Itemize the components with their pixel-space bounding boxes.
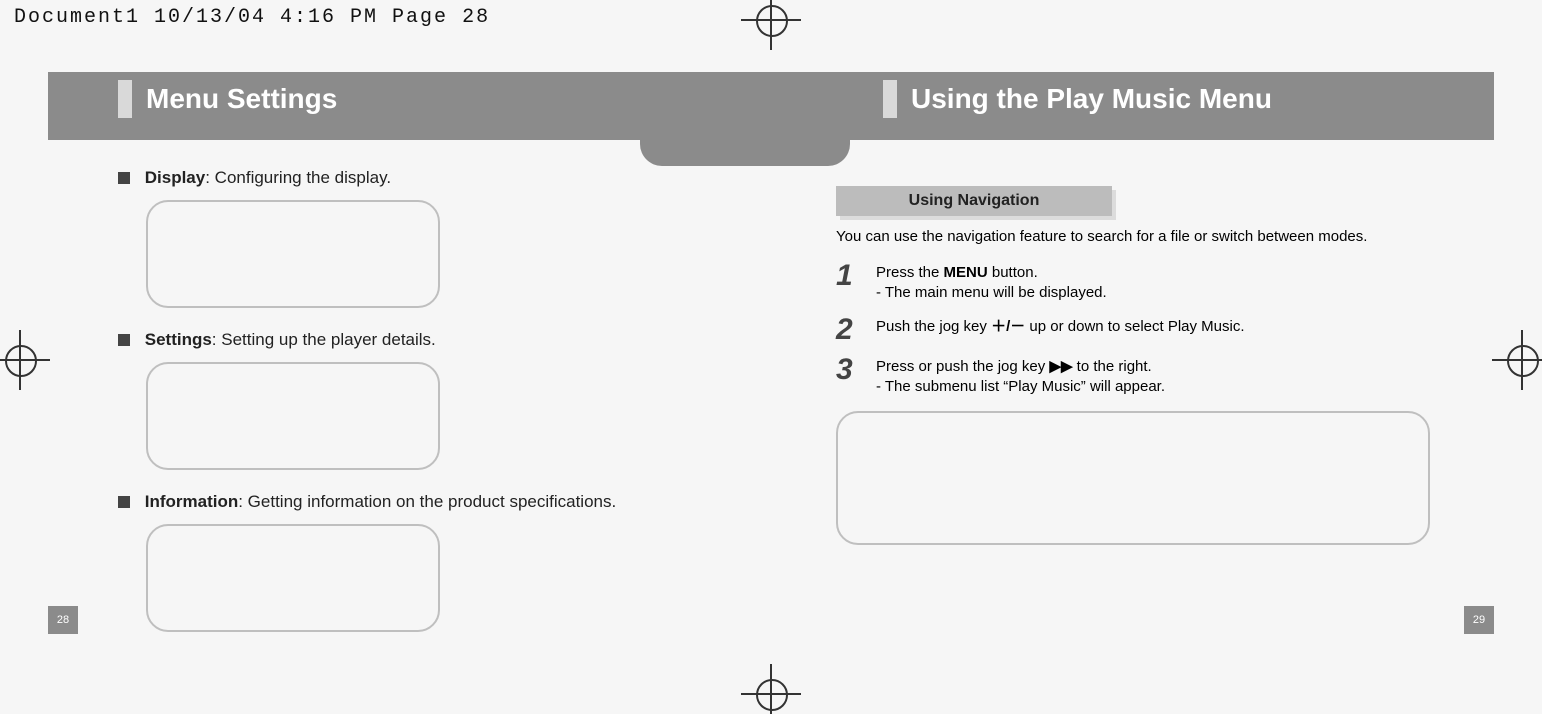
step-text: Press or push the jog key ▶▶ to the righ… <box>876 357 1165 397</box>
step: 3 Press or push the jog key ▶▶ to the ri… <box>836 357 1446 397</box>
registration-mark-bottom <box>741 664 801 714</box>
menu-item-desc: : Getting information on the product spe… <box>238 492 616 511</box>
screen-placeholder-large <box>836 411 1430 545</box>
menu-item: Information: Getting information on the … <box>118 492 738 632</box>
step-line1-pre: Push the jog key <box>876 318 991 335</box>
screen-placeholder <box>146 524 440 632</box>
registration-mark-right <box>1492 330 1542 390</box>
step-line1-pre: Press or push the jog key <box>876 358 1049 375</box>
menu-item: Display: Configuring the display. <box>118 168 738 308</box>
header-right-title: Using the Play Music Menu <box>911 83 1272 115</box>
header-left-title: Menu Settings <box>146 83 337 115</box>
step-line1-pre: Press the <box>876 264 944 281</box>
bullet-square-icon <box>118 496 130 508</box>
step-line1-bold: MENU <box>944 264 988 281</box>
bullet-square-icon <box>118 172 130 184</box>
menu-item-heading: Display: Configuring the display. <box>118 168 738 188</box>
header-bar: Menu Settings Using the Play Music Menu <box>48 72 1494 140</box>
step: 1 Press the MENU button. - The main menu… <box>836 263 1446 303</box>
page-canvas: Document1 10/13/04 4:16 PM Page 28 Menu … <box>0 0 1542 714</box>
intro-text: You can use the navigation feature to se… <box>836 228 1446 245</box>
left-page-content: Display: Configuring the display. Settin… <box>118 168 738 654</box>
header-notch <box>640 138 850 166</box>
menu-item-desc: : Setting up the player details. <box>212 330 436 349</box>
step-text: Push the jog key ＋/－ up or down to selec… <box>876 317 1245 343</box>
step-number: 1 <box>836 263 876 303</box>
bullet-square-icon <box>118 334 130 346</box>
fast-forward-icon: ▶▶ <box>1049 358 1072 375</box>
screen-placeholder <box>146 362 440 470</box>
step-line1-post: up or down to select Play Music. <box>1025 318 1244 335</box>
screen-placeholder <box>146 200 440 308</box>
subsection-title: Using Navigation <box>836 186 1112 216</box>
page-number-right: 29 <box>1464 606 1494 634</box>
menu-item-heading: Settings: Setting up the player details. <box>118 330 738 350</box>
registration-mark-top <box>741 0 801 50</box>
step-number: 3 <box>836 357 876 397</box>
menu-item-desc: : Configuring the display. <box>205 168 391 187</box>
step: 2 Push the jog key ＋/－ up or down to sel… <box>836 317 1446 343</box>
header-right: Using the Play Music Menu <box>883 79 1272 119</box>
menu-item-label: Settings <box>145 330 212 349</box>
header-accent-icon <box>883 80 897 118</box>
registration-mark-left <box>0 330 50 390</box>
right-page-content: Using Navigation You can use the navigat… <box>836 186 1446 545</box>
step-number: 2 <box>836 317 876 343</box>
menu-item-heading: Information: Getting information on the … <box>118 492 738 512</box>
menu-item-label: Display <box>145 168 205 187</box>
header-accent-icon <box>118 80 132 118</box>
step-line2: - The main menu will be displayed. <box>876 284 1107 301</box>
step-line2: - The submenu list “Play Music” will app… <box>876 378 1165 395</box>
step-text: Press the MENU button. - The main menu w… <box>876 263 1107 303</box>
header-left: Menu Settings <box>118 79 337 119</box>
subsection-title-text: Using Navigation <box>836 186 1112 216</box>
menu-item: Settings: Setting up the player details. <box>118 330 738 470</box>
plus-minus-icon: ＋/－ <box>991 318 1025 335</box>
step-line1-post: to the right. <box>1073 358 1152 375</box>
menu-item-label: Information <box>145 492 239 511</box>
step-line1-post: button. <box>988 264 1038 281</box>
page-number-left: 28 <box>48 606 78 634</box>
